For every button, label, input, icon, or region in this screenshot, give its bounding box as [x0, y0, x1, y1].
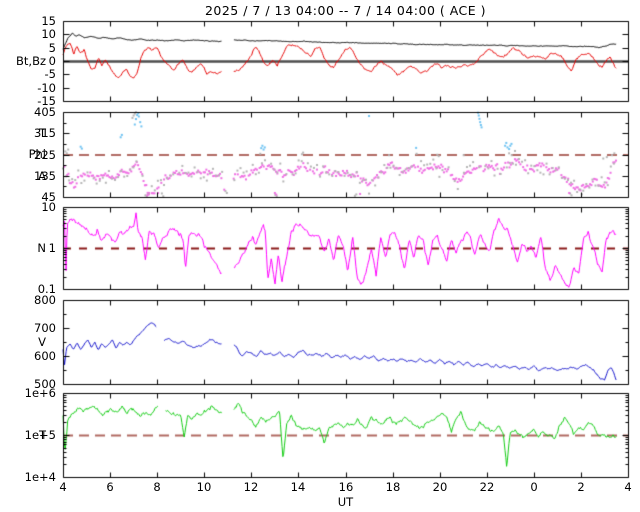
x-tick-label: 4 [59, 480, 67, 494]
ace-solar-wind-chart: 2025 / 7 / 13 04:00 -- 7 / 14 04:00 ( AC… [0, 0, 640, 512]
x-tick-label: 0 [530, 480, 538, 494]
x-tick-label: 2 [577, 480, 585, 494]
y-tick-label: 10 [41, 27, 56, 41]
y-tick-label: 10 [41, 200, 56, 214]
x-tick-label: 4 [624, 480, 632, 494]
x-tick-label: 10 [196, 480, 212, 494]
y-tick-label: 225 [34, 148, 56, 162]
y-tick-label: -10 [37, 81, 56, 95]
x-tick-label: 12 [243, 480, 259, 494]
x-tick-label: 18 [385, 480, 401, 494]
y-axis-label-speed: V [38, 335, 46, 349]
y-tick-label: 135 [34, 169, 56, 183]
y-tick-label: 15 [41, 14, 56, 28]
y-tick-label: 405 [34, 105, 56, 119]
y-tick-label: 700 [34, 321, 56, 335]
x-tick-label: 20 [432, 480, 448, 494]
y-tick-label: -5 [44, 67, 56, 81]
y-tick-label: 800 [34, 293, 56, 307]
y-tick-label: 600 [34, 349, 56, 363]
y-tick-label: 5 [48, 41, 56, 55]
x-tick-label: 14 [290, 480, 306, 494]
x-tick-label: 22 [479, 480, 495, 494]
x-axis-unit-label: UT [337, 495, 354, 509]
plot-canvas [0, 0, 640, 512]
y-tick-label: 1 [48, 241, 56, 255]
y-tick-label: 0 [48, 54, 56, 68]
x-tick-label: 8 [153, 480, 161, 494]
x-tick-label: 16 [338, 480, 354, 494]
y-tick-label: 1e+6 [24, 386, 56, 400]
chart-title: 2025 / 7 / 13 04:00 -- 7 / 14 04:00 ( AC… [204, 3, 487, 18]
y-tick-label: 315 [34, 126, 56, 140]
x-tick-label: 6 [106, 480, 114, 494]
y-tick-label: 1e+5 [24, 428, 56, 442]
